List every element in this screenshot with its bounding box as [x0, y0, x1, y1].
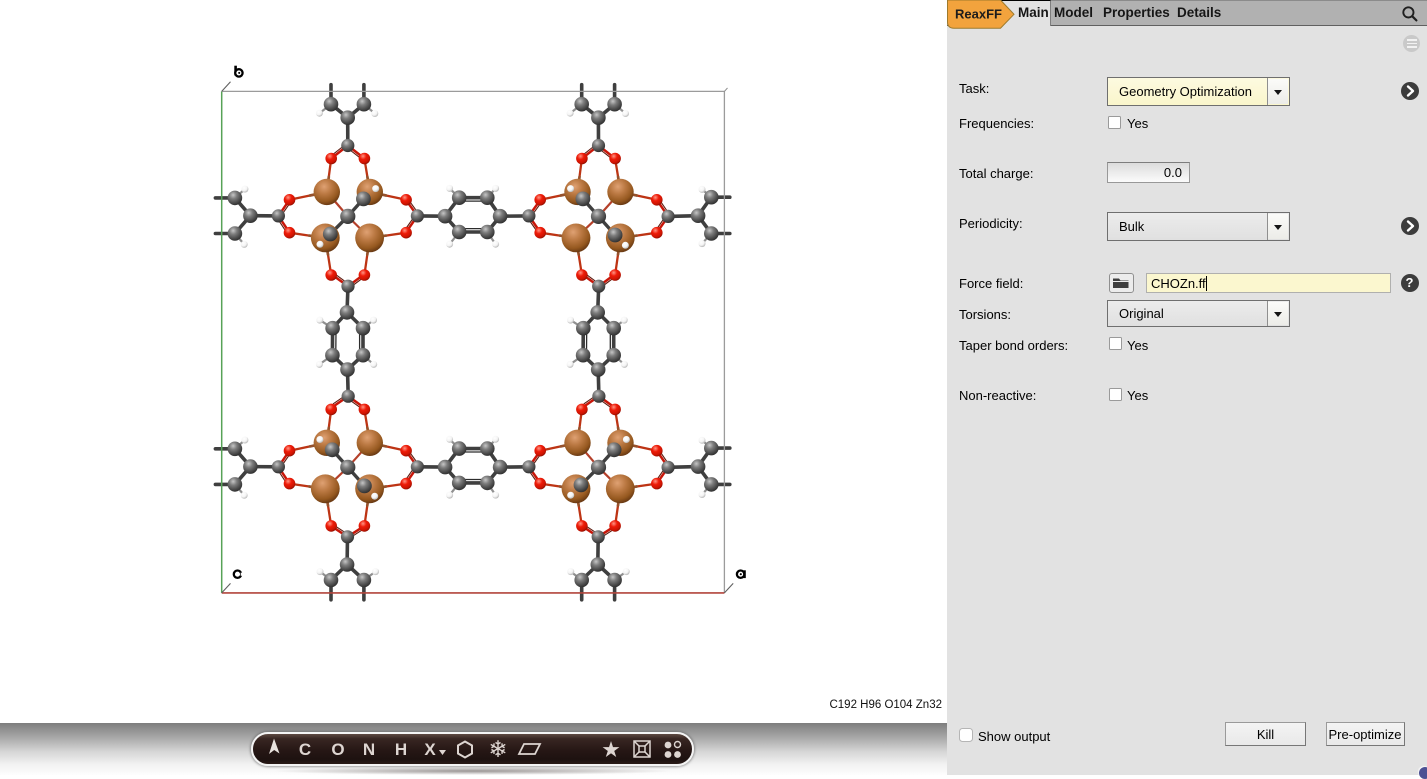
svg-text:★: ★ — [602, 740, 619, 761]
svg-text:C: C — [299, 740, 311, 759]
svg-text:O: O — [331, 740, 344, 759]
svg-text:H: H — [395, 740, 407, 759]
svg-text:ReaxFF: ReaxFF — [955, 7, 1002, 22]
svg-text:❄: ❄ — [488, 736, 507, 762]
svg-text:X: X — [424, 740, 436, 759]
svg-text:N: N — [363, 740, 375, 759]
